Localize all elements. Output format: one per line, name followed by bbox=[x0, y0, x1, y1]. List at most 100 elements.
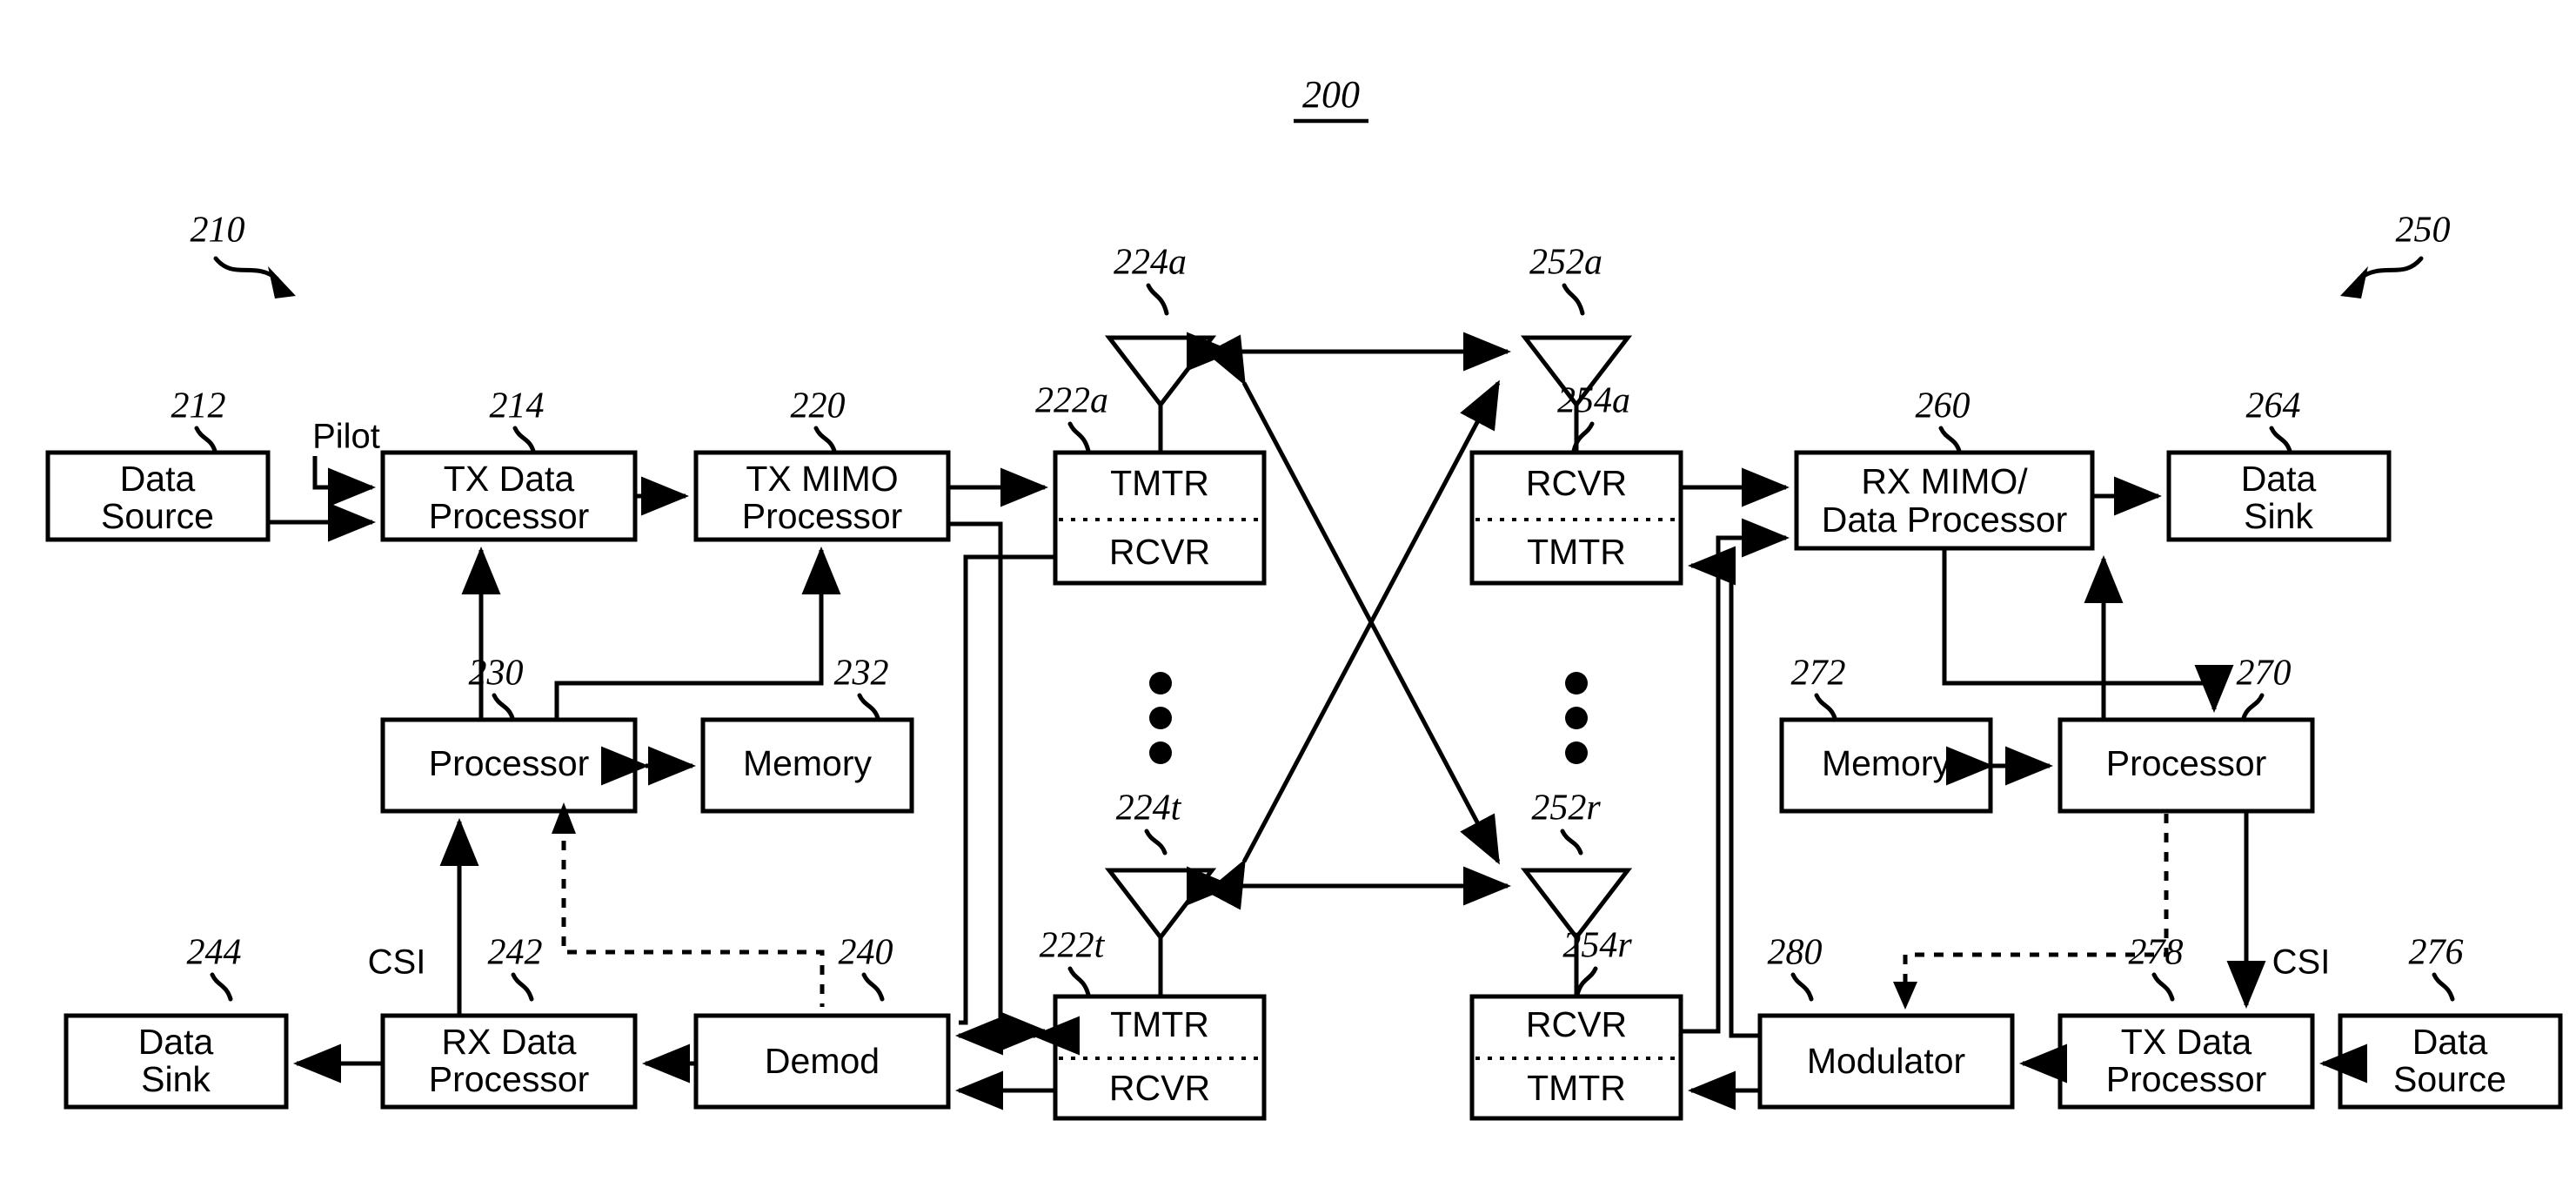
csi-label-left: CSI bbox=[368, 943, 426, 982]
ref-254r-leader bbox=[1575, 966, 1598, 997]
antenna-224t: 224t bbox=[1104, 788, 1217, 996]
ref-220-leader bbox=[813, 426, 837, 453]
block-data-sink-264[interactable]: Data Sink 264 bbox=[2166, 386, 2392, 542]
antenna-224t-triangle bbox=[1104, 868, 1217, 942]
block-tmtr-rcvr-222t[interactable]: TMTR RCVR 222t bbox=[1040, 926, 1267, 1121]
tx-data-processor-278-line1: TX Data bbox=[2121, 1022, 2252, 1062]
ref-260-leader bbox=[1938, 426, 1962, 453]
block-data-source-276[interactable]: Data Source 276 bbox=[2338, 933, 2563, 1110]
ref-278-leader bbox=[2151, 972, 2175, 1002]
modulator-280-label: Modulator bbox=[1807, 1041, 1965, 1081]
data-sink-244-line1: Data bbox=[138, 1022, 214, 1062]
group-label-210: 210 bbox=[191, 211, 296, 299]
ref-224t-text: 224t bbox=[1116, 788, 1182, 829]
ref-210-leader bbox=[213, 256, 279, 281]
ref-224t-leader bbox=[1144, 829, 1168, 855]
rcvr-tmtr-254r-line1: RCVR bbox=[1526, 1004, 1627, 1044]
ellipsis-left-dot-1 bbox=[1149, 672, 1172, 694]
link-220-to-222t bbox=[948, 521, 1049, 1051]
ref-252a-leader bbox=[1562, 283, 1585, 316]
tx-data-processor-278-line2: Processor bbox=[2106, 1059, 2267, 1099]
ref-222t-text: 222t bbox=[1040, 926, 1106, 966]
ellipsis-right bbox=[1565, 672, 1588, 764]
block-rx-mimo-data-processor-260[interactable]: RX MIMO/ Data Processor 260 bbox=[1794, 386, 2095, 551]
link-260-to-270 bbox=[1942, 548, 2234, 714]
link-270-to-280-arrowhead bbox=[1893, 982, 1917, 1010]
block-processor-270[interactable]: Processor 270 bbox=[2057, 654, 2315, 814]
data-sink-264-line2: Sink bbox=[2244, 496, 2313, 536]
data-source-276-line1: Data bbox=[2412, 1022, 2488, 1062]
ref-232-text: 232 bbox=[834, 654, 889, 694]
ellipsis-right-dot-3 bbox=[1565, 741, 1588, 764]
ref-224a-text: 224a bbox=[1114, 243, 1187, 283]
ellipsis-left-dot-3 bbox=[1149, 741, 1172, 764]
block-processor-230[interactable]: Processor 230 bbox=[380, 654, 638, 814]
ref-210-text: 210 bbox=[191, 211, 245, 251]
ref-280-text: 280 bbox=[1768, 933, 1823, 973]
ellipsis-left-dot-2 bbox=[1149, 707, 1172, 729]
ref-280-leader bbox=[1790, 972, 1814, 1002]
data-source-212-line2: Source bbox=[101, 496, 214, 536]
ref-210-arrowhead bbox=[268, 266, 296, 299]
ref-214-leader bbox=[512, 426, 536, 453]
link-270-to-280-dotted bbox=[1903, 814, 2169, 983]
ref-272-text: 272 bbox=[1791, 654, 1846, 694]
block-tmtr-rcvr-222a[interactable]: TMTR RCVR 222a bbox=[1035, 381, 1267, 586]
ref-250-arrowhead bbox=[2340, 266, 2368, 299]
antenna-224a: 224a bbox=[1104, 243, 1217, 453]
ref-264-leader bbox=[2269, 426, 2292, 453]
tmtr-rcvr-222t-line2: RCVR bbox=[1109, 1068, 1210, 1108]
ref-244-text: 244 bbox=[187, 933, 242, 973]
ref-278-text: 278 bbox=[2129, 933, 2184, 973]
tmtr-rcvr-222a-line1: TMTR bbox=[1110, 463, 1209, 503]
tx-data-processor-214-line2: Processor bbox=[429, 496, 590, 536]
block-data-source-212[interactable]: Data Source 212 bbox=[45, 386, 271, 542]
block-data-sink-244[interactable]: Data Sink 244 bbox=[64, 933, 289, 1110]
tx-data-processor-214-line1: TX Data bbox=[444, 459, 575, 499]
block-tx-mimo-processor-220[interactable]: TX MIMO Processor 220 bbox=[693, 386, 951, 542]
ref-240-leader bbox=[861, 972, 885, 1002]
ref-222a-leader bbox=[1067, 421, 1091, 453]
block-modulator-280[interactable]: Modulator 280 bbox=[1757, 933, 2015, 1110]
block-demod-240[interactable]: Demod 240 bbox=[693, 933, 951, 1110]
ref-270-leader bbox=[2241, 693, 2265, 721]
ref-230-leader bbox=[492, 693, 515, 721]
block-diagram-svg: 200 210 250 Data Source 212 TX Data Proc… bbox=[45, 73, 2563, 1121]
ref-252a-text: 252a bbox=[1529, 243, 1602, 283]
ref-222a-text: 222a bbox=[1035, 381, 1108, 421]
ref-242-leader bbox=[511, 972, 534, 1002]
ref-264-text: 264 bbox=[2246, 386, 2301, 426]
tmtr-rcvr-222t-line1: TMTR bbox=[1110, 1004, 1209, 1044]
ref-260-text: 260 bbox=[1916, 386, 1970, 426]
rx-data-processor-242-line2: Processor bbox=[429, 1059, 590, 1099]
link-240-to-230-dotted bbox=[561, 822, 825, 1007]
demod-240-label: Demod bbox=[765, 1041, 880, 1081]
ref-220-text: 220 bbox=[791, 386, 846, 426]
ref-212-leader bbox=[194, 426, 217, 453]
block-tx-data-processor-214[interactable]: TX Data Processor 214 bbox=[380, 386, 638, 542]
block-memory-232[interactable]: Memory 232 bbox=[700, 654, 914, 814]
tmtr-rcvr-222a-line2: RCVR bbox=[1109, 532, 1210, 572]
data-source-276-line2: Source bbox=[2393, 1059, 2506, 1099]
ref-232-leader bbox=[857, 693, 880, 721]
ref-240-text: 240 bbox=[839, 933, 893, 973]
ref-212-text: 212 bbox=[171, 386, 226, 426]
rx-data-processor-242-line1: RX Data bbox=[442, 1022, 577, 1062]
tx-mimo-processor-220-line2: Processor bbox=[742, 496, 903, 536]
figure-number-200: 200 bbox=[1294, 73, 1368, 124]
processor-270-label: Processor bbox=[2106, 743, 2267, 783]
pilot-arrow bbox=[312, 456, 377, 507]
ellipsis-left bbox=[1149, 672, 1172, 764]
figure-canvas: 200 210 250 Data Source 212 TX Data Proc… bbox=[0, 0, 2576, 1201]
antenna-224a-triangle bbox=[1104, 335, 1217, 409]
block-memory-272[interactable]: Memory 272 bbox=[1779, 654, 1993, 814]
wireless-links bbox=[1187, 332, 1512, 910]
memory-232-label: Memory bbox=[743, 743, 873, 783]
pilot-label: Pilot bbox=[312, 418, 380, 456]
link-230-to-220 bbox=[554, 546, 841, 720]
antenna-252a: 252a bbox=[1520, 243, 1633, 453]
rcvr-tmtr-254a-line2: TMTR bbox=[1527, 532, 1626, 572]
csi-label-right: CSI bbox=[2272, 943, 2331, 982]
group-label-250: 250 bbox=[2340, 211, 2451, 299]
ref-222t-leader bbox=[1067, 966, 1091, 997]
